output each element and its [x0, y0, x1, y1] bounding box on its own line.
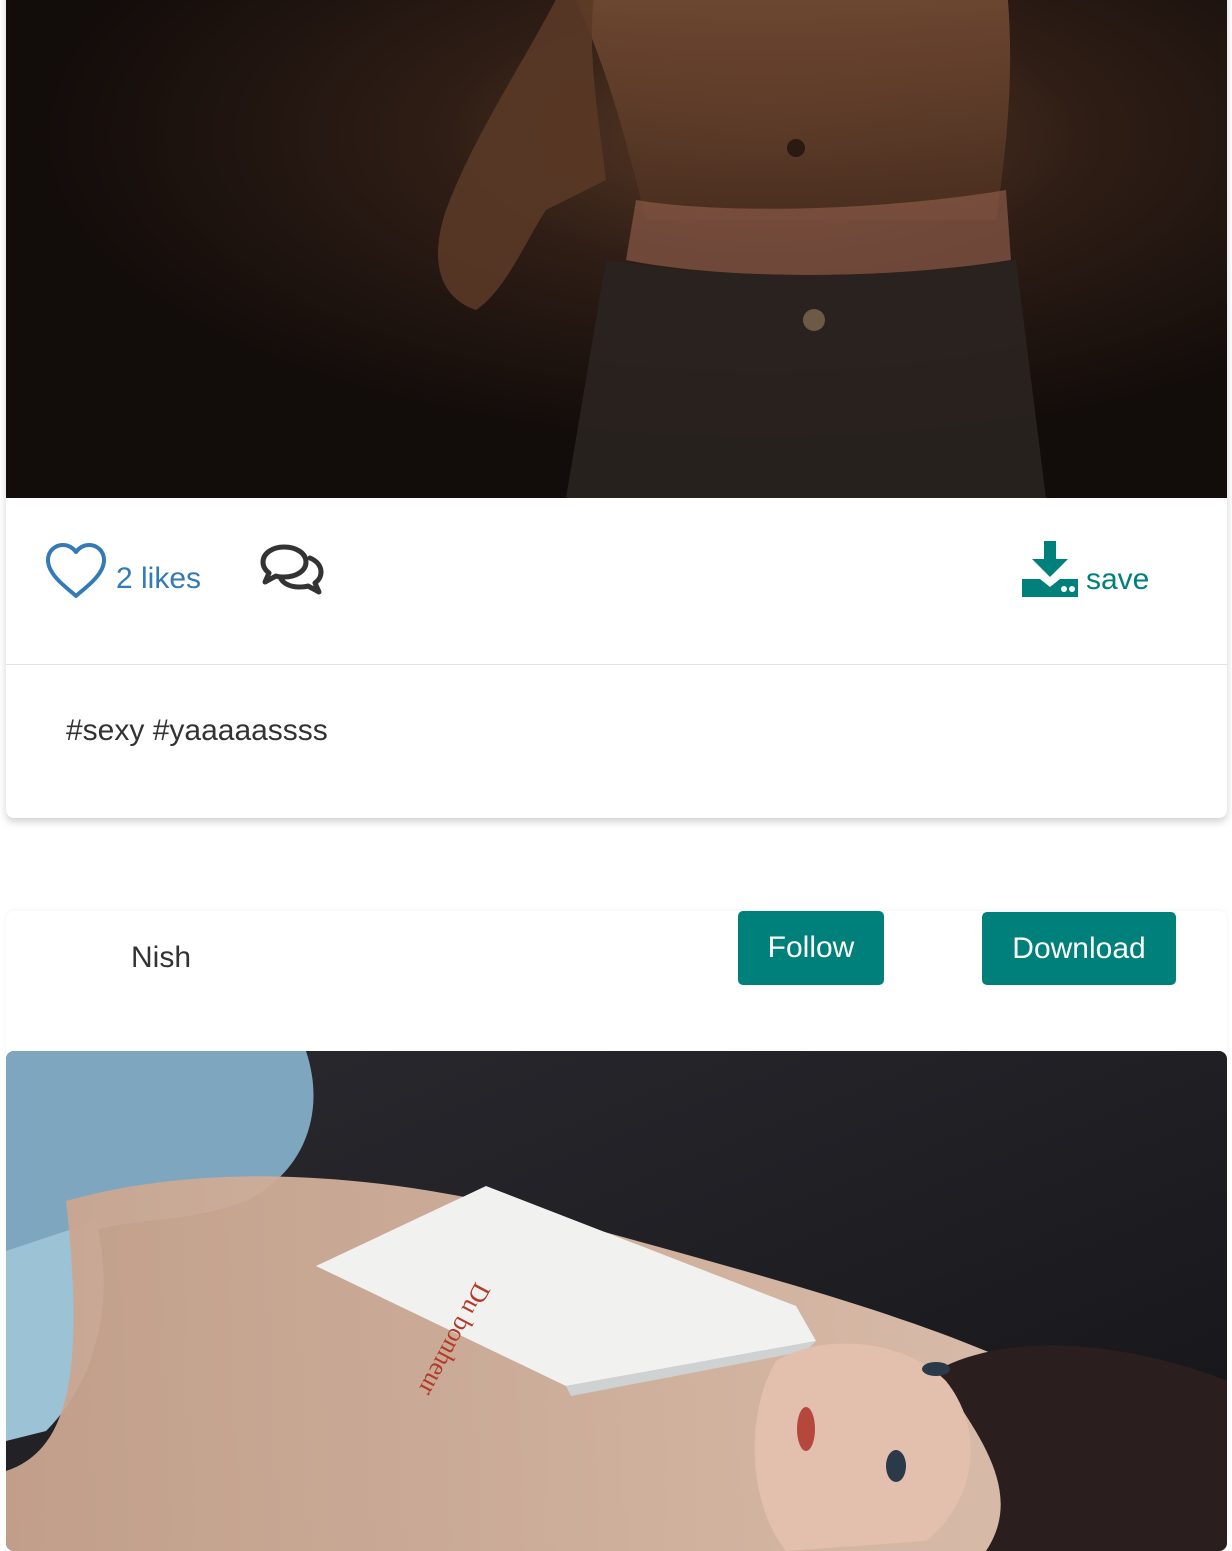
comments-button[interactable] [259, 544, 325, 596]
like-count[interactable]: 2 likes [116, 562, 201, 596]
like-button[interactable]: 2 likes [44, 541, 201, 601]
post-card: Nish Follow Download Du bonheur [6, 911, 1227, 1551]
download-button[interactable]: Download [982, 912, 1176, 985]
comments-icon[interactable] [259, 544, 325, 596]
post-photo[interactable]: Du bonheur [6, 1051, 1227, 1551]
post-photo[interactable] [6, 0, 1227, 498]
action-bar: 2 likes save [6, 498, 1227, 665]
save-button[interactable]: save [1020, 535, 1149, 599]
heart-outline-icon[interactable] [44, 542, 108, 600]
post-caption: #sexy #yaaaaassss [66, 714, 328, 747]
username[interactable]: Nish [131, 941, 191, 975]
save-label[interactable]: save [1086, 563, 1149, 597]
download-drive-icon[interactable] [1020, 541, 1080, 599]
post-card: 2 likes save #sexy #yaaaaassss [6, 0, 1227, 818]
follow-button[interactable]: Follow [738, 911, 884, 985]
